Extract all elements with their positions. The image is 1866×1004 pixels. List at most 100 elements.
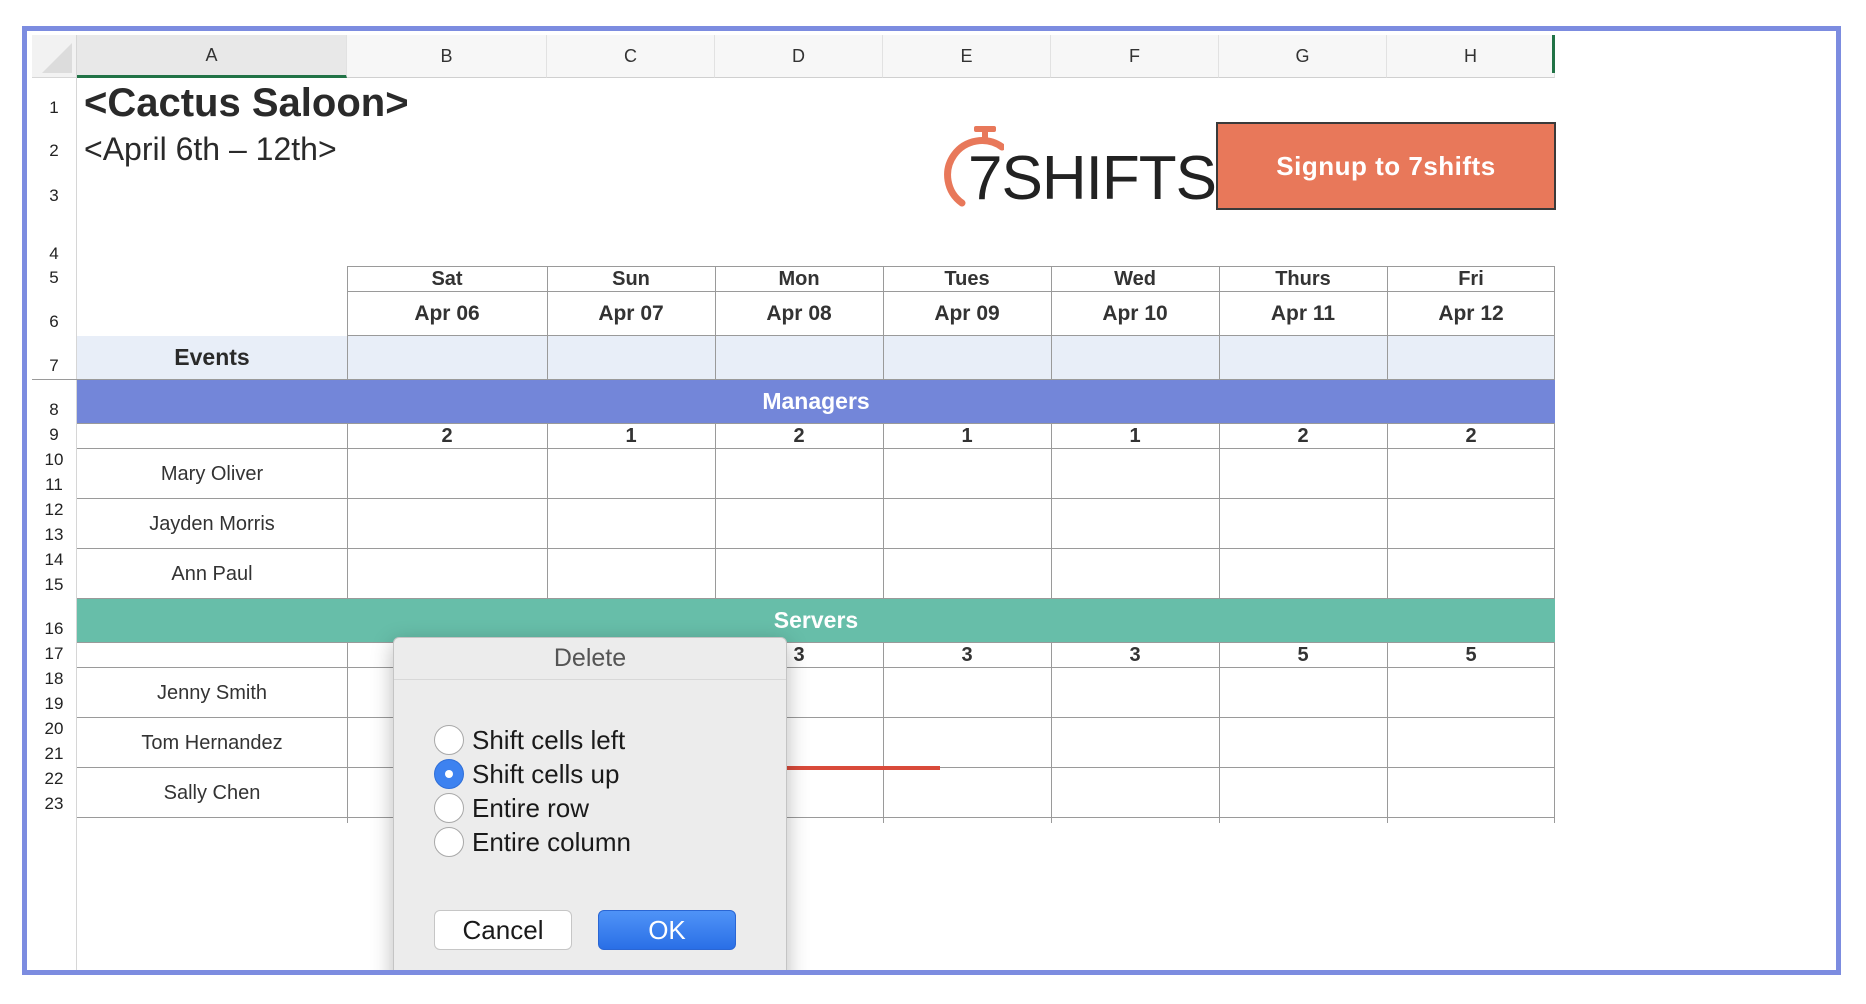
logo: 7SHIFTS — [944, 125, 1217, 215]
option-shift-cells-left[interactable]: Shift cells left — [434, 722, 625, 758]
cancel-button[interactable]: Cancel — [434, 910, 572, 950]
column-header-h[interactable]: H — [1387, 35, 1555, 78]
signup-button[interactable]: Signup to 7shifts — [1216, 122, 1556, 210]
day-name-mon: Mon — [778, 267, 820, 290]
row-header-21[interactable]: 21 — [32, 743, 77, 768]
row-header-23[interactable]: 23 — [32, 793, 77, 818]
row-header-19[interactable]: 19 — [32, 693, 77, 718]
managers-section-header: Managers — [77, 380, 1555, 423]
row-header-16[interactable]: 16 — [32, 599, 77, 643]
column-header-a[interactable]: A — [77, 35, 347, 78]
option-label: Entire column — [472, 826, 631, 857]
radio-button-selected[interactable] — [434, 759, 464, 789]
grid-line — [1219, 266, 1220, 380]
grid-line — [1387, 266, 1388, 380]
row-header-18[interactable]: 18 — [32, 668, 77, 693]
row-header-13[interactable]: 13 — [32, 524, 77, 549]
grid-line — [1051, 643, 1052, 823]
column-header-g[interactable]: G — [1219, 35, 1387, 78]
servers-section-header: Servers — [77, 599, 1555, 642]
row-header-9[interactable]: 9 — [32, 424, 77, 449]
row-header-1[interactable]: 1 — [32, 78, 77, 122]
option-shift-cells-up[interactable]: Shift cells up — [434, 756, 619, 792]
ok-button[interactable]: OK — [598, 910, 736, 950]
option-entire-row[interactable]: Entire row — [434, 790, 589, 826]
row-header-14[interactable]: 14 — [32, 549, 77, 574]
grid-line — [1051, 266, 1052, 380]
managers-count-sun: 1 — [625, 425, 637, 447]
logo-wordmark: 7SHIFTS — [968, 144, 1217, 213]
managers-count-thurs: 2 — [1297, 425, 1309, 447]
grid-line — [1387, 424, 1388, 599]
grid-line — [77, 598, 1555, 599]
day-date-wed: Apr 10 — [1102, 301, 1168, 325]
day-date-fri: Apr 12 — [1438, 301, 1504, 325]
row-header-15[interactable]: 15 — [32, 574, 77, 599]
day-name-sat: Sat — [431, 267, 463, 290]
column-header-f[interactable]: F — [1051, 35, 1219, 78]
row-header-20[interactable]: 20 — [32, 718, 77, 743]
row-header-4[interactable]: 4 — [32, 210, 77, 268]
dialog-title: Delete — [394, 638, 786, 680]
select-all-corner[interactable] — [32, 35, 77, 78]
row-header-11[interactable]: 11 — [32, 474, 77, 499]
row-header-6[interactable]: 6 — [32, 292, 77, 336]
grid-line — [1554, 643, 1555, 823]
grid-line — [77, 717, 1555, 718]
managers-count-fri: 2 — [1465, 425, 1477, 447]
row-header-10[interactable]: 10 — [32, 449, 77, 474]
radio-button[interactable] — [434, 827, 464, 857]
row-header-8[interactable]: 8 — [32, 380, 77, 424]
grid-line — [547, 424, 548, 599]
day-date-mon: Apr 08 — [766, 301, 832, 325]
day-name-tues: Tues — [944, 267, 990, 290]
row-header-22[interactable]: 22 — [32, 768, 77, 793]
day-name-sun: Sun — [612, 267, 650, 290]
schedule-date-range: <April 6th – 12th> — [84, 131, 337, 167]
grid-line — [1219, 643, 1220, 823]
managers-count-sat: 2 — [441, 425, 453, 447]
column-header-d[interactable]: D — [715, 35, 883, 78]
grid-line — [77, 423, 1555, 424]
column-header-c[interactable]: C — [547, 35, 715, 78]
day-name-thurs: Thurs — [1275, 267, 1331, 290]
grid-line — [77, 498, 1555, 499]
option-entire-column[interactable]: Entire column — [434, 824, 631, 860]
grid-line — [1554, 266, 1555, 380]
radio-button[interactable] — [434, 725, 464, 755]
row-header-7[interactable]: 7 — [32, 336, 77, 380]
grid-line — [32, 379, 1555, 380]
manager-name: Jayden Morris — [149, 512, 275, 535]
option-label: Shift cells up — [472, 758, 620, 789]
row-header-5[interactable]: 5 — [32, 268, 77, 292]
events-label: Events — [174, 344, 250, 370]
managers-count-mon: 2 — [793, 425, 805, 447]
radio-button[interactable] — [434, 793, 464, 823]
grid-line — [77, 667, 1555, 668]
day-date-thurs: Apr 11 — [1270, 301, 1336, 325]
server-name: Tom Hernandez — [141, 731, 283, 754]
row-header-3[interactable]: 3 — [32, 165, 77, 210]
grid-line — [1387, 643, 1388, 823]
server-name: Sally Chen — [163, 781, 261, 804]
grid-line — [77, 548, 1555, 549]
grid-line — [547, 266, 548, 380]
column-header-b[interactable]: B — [347, 35, 547, 78]
grid-line — [347, 643, 348, 823]
grid-line — [1554, 424, 1555, 599]
day-date-sat: Apr 06 — [414, 301, 480, 325]
spreadsheet: A B C D E F G H 1 2 3 4 5 6 7 8 9 10 11 … — [32, 35, 1836, 970]
managers-count-tues: 1 — [961, 425, 973, 447]
row-header-17[interactable]: 17 — [32, 643, 77, 668]
grid-line — [1219, 424, 1220, 599]
manager-name: Ann Paul — [171, 562, 253, 585]
grid-line — [1051, 424, 1052, 599]
manager-name: Mary Oliver — [160, 462, 264, 485]
row-header-12[interactable]: 12 — [32, 499, 77, 524]
day-date-sun: Apr 07 — [598, 301, 664, 325]
column-header-e[interactable]: E — [883, 35, 1051, 78]
day-date-tues: Apr 09 — [934, 301, 1000, 325]
row-header-2[interactable]: 2 — [32, 122, 77, 165]
option-label: Shift cells left — [472, 724, 626, 755]
server-name: Jenny Smith — [156, 681, 268, 704]
